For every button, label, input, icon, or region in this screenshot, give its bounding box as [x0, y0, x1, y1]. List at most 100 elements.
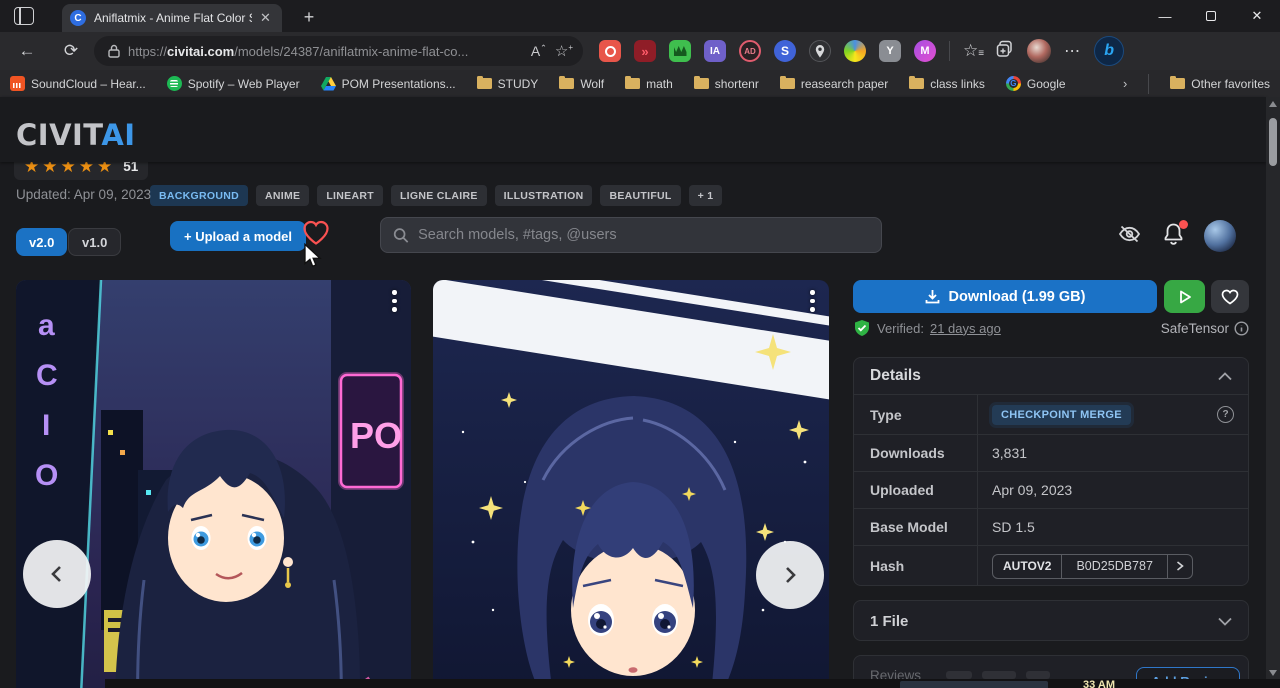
tag-illustration[interactable]: ILLUSTRATION [495, 185, 593, 206]
lock-icon [108, 44, 120, 58]
bookmark-class-links[interactable]: class links [909, 77, 985, 91]
ext-ia-icon[interactable]: IA [704, 40, 726, 62]
civitai-logo[interactable]: CIVITAI [16, 118, 136, 152]
ext-shazam-icon[interactable]: S [774, 40, 796, 62]
scroll-down-arrow[interactable] [1269, 670, 1277, 676]
run-model-button[interactable] [1164, 280, 1205, 313]
civitai-header: CIVITAI + Upload a model [0, 97, 1266, 162]
rating-widget[interactable]: ★★★★★ 51 [14, 162, 148, 180]
toolbar-menu-icon[interactable]: ⋯ [1064, 41, 1081, 61]
verified-shield-icon [853, 319, 871, 337]
tab-close-icon[interactable]: ✕ [260, 10, 271, 26]
scroll-up-arrow[interactable] [1269, 101, 1277, 107]
ext-pin-icon[interactable] [809, 40, 831, 62]
google-icon: G [1006, 76, 1021, 91]
hide-content-eye-icon[interactable] [1116, 221, 1143, 252]
bookmark-pom[interactable]: POM Presentations... [321, 77, 456, 91]
soundcloud-icon [10, 76, 25, 91]
bookmark-math[interactable]: math [625, 77, 673, 91]
drive-icon [321, 77, 336, 91]
ext-monster-icon[interactable] [669, 40, 691, 62]
reviews-meta-blob [946, 671, 972, 679]
ext-y-icon[interactable]: Y [879, 40, 901, 62]
tag-ligne-claire[interactable]: LIGNE CLAIRE [391, 185, 487, 206]
other-favorites[interactable]: Other favorites [1170, 77, 1270, 91]
bookmark-spotify[interactable]: Spotify – Web Player [167, 76, 300, 91]
hash-control[interactable]: AUTOV2 B0D25DB787 [992, 554, 1193, 579]
profile-avatar-icon[interactable] [1027, 39, 1051, 63]
bing-chat-icon[interactable]: b [1094, 36, 1124, 66]
image-menu-icon[interactable] [810, 290, 815, 316]
notifications-bell[interactable] [1161, 221, 1186, 252]
user-avatar[interactable] [1204, 220, 1236, 252]
bookmark-wolf[interactable]: Wolf [559, 77, 604, 91]
url-text: https://civitai.com/models/24387/aniflat… [128, 44, 523, 59]
ext-monica-icon[interactable]: M [914, 40, 936, 62]
ext-oneplus-icon[interactable] [599, 40, 621, 62]
folder-icon [625, 78, 640, 89]
detail-row-base-model: Base Model SD 1.5 [854, 509, 1248, 546]
page-scrollbar[interactable] [1266, 97, 1280, 688]
close-window-button[interactable]: ✕ [1234, 0, 1280, 32]
new-tab-button[interactable]: + [296, 4, 322, 30]
back-button[interactable]: ← [12, 36, 42, 66]
bookmark-research-paper[interactable]: reasearch paper [780, 77, 888, 91]
address-bar[interactable]: https://civitai.com/models/24387/aniflat… [94, 36, 583, 66]
play-icon [1177, 289, 1193, 305]
collections-icon[interactable] [996, 40, 1014, 63]
download-icon [925, 289, 940, 304]
minimize-button[interactable]: — [1142, 0, 1188, 32]
version-v1-button[interactable]: v1.0 [68, 228, 121, 256]
taskbar-window-fragment [900, 681, 1048, 688]
favorite-star-icon[interactable]: ☆+ [555, 42, 573, 60]
ext-adblock-icon[interactable]: AD [739, 40, 761, 62]
hash-copy-chevron[interactable] [1167, 555, 1192, 578]
help-icon[interactable]: ? [1217, 406, 1234, 423]
upload-model-button[interactable]: + Upload a model [170, 221, 306, 251]
search-input[interactable] [418, 227, 869, 243]
files-accordion[interactable]: 1 File [853, 600, 1249, 641]
browser-toolbar: ← ⟳ https://civitai.com/models/24387/ani… [0, 32, 1280, 70]
gallery-image-2[interactable] [433, 280, 829, 688]
taskbar-sliver: 33 AM [105, 679, 1280, 688]
heart-icon [1221, 289, 1239, 305]
image-menu-icon[interactable] [392, 290, 397, 316]
search-bar[interactable] [380, 217, 882, 253]
scrollbar-thumb[interactable] [1269, 118, 1277, 166]
bookmark-shortenr[interactable]: shortenr [694, 77, 759, 91]
chevron-down-icon [1218, 617, 1232, 626]
favorites-list-icon[interactable]: ☆≡ [963, 41, 983, 61]
browser-tab[interactable]: C Aniflatmix - Anime Flat Color Sty ✕ [62, 4, 282, 32]
version-v2-button[interactable]: v2.0 [16, 228, 67, 256]
tag-background[interactable]: BACKGROUND [150, 185, 248, 206]
read-aloud-icon[interactable]: A⌃ [531, 43, 547, 59]
download-button[interactable]: Download (1.99 GB) [853, 280, 1157, 313]
tab-title: Aniflatmix - Anime Flat Color Sty [94, 11, 252, 25]
gallery-image-1[interactable]: PO a C I O [16, 280, 411, 688]
bookmarks-overflow-chevron[interactable]: › [1123, 76, 1127, 91]
carousel-next-button[interactable] [756, 541, 824, 609]
info-icon[interactable] [1234, 321, 1249, 336]
favorite-model-button[interactable] [1211, 280, 1249, 313]
tag-anime[interactable]: ANIME [256, 185, 309, 206]
bookmark-study[interactable]: STUDY [477, 77, 539, 91]
refresh-button[interactable]: ⟳ [56, 36, 86, 66]
tags-more-button[interactable]: + 1 [689, 185, 723, 206]
tag-lineart[interactable]: LINEART [317, 185, 383, 206]
ext-skip-icon[interactable]: » [634, 40, 656, 62]
bookmark-soundcloud[interactable]: SoundCloud – Hear... [10, 76, 146, 91]
reviews-meta-blob [982, 671, 1016, 679]
bookmark-google[interactable]: GGoogle [1006, 76, 1066, 91]
verified-time-link[interactable]: 21 days ago [930, 321, 1001, 336]
tab-workspaces-icon[interactable] [14, 7, 34, 25]
ext-globe-icon[interactable] [844, 40, 866, 62]
mouse-cursor [303, 243, 322, 274]
tag-beautiful[interactable]: BEAUTIFUL [600, 185, 680, 206]
details-header[interactable]: Details [854, 358, 1248, 395]
folder-icon [780, 78, 795, 89]
tag-list: BACKGROUND ANIME LINEART LIGNE CLAIRE IL… [150, 185, 722, 206]
carousel-prev-button[interactable] [23, 540, 91, 608]
detail-row-downloads: Downloads 3,831 [854, 435, 1248, 472]
maximize-button[interactable] [1188, 0, 1234, 32]
type-badge[interactable]: CHECKPOINT MERGE [992, 405, 1131, 425]
